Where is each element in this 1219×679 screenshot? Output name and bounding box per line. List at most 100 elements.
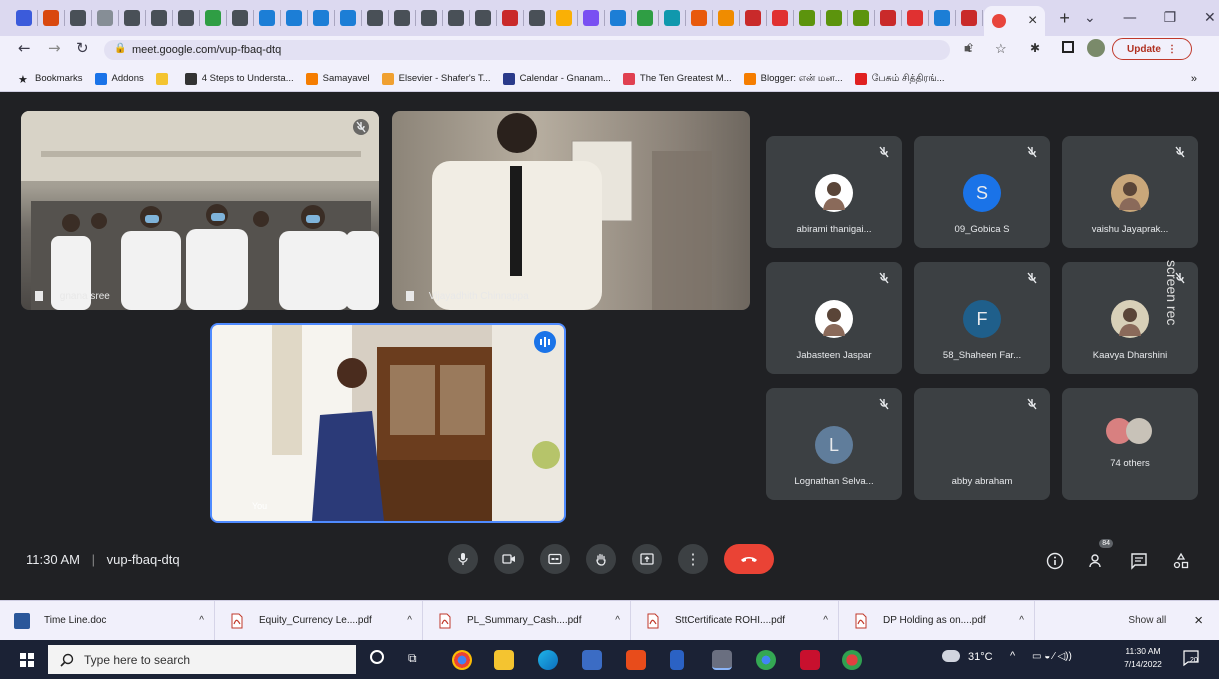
taskbar-search-box[interactable]: Type here to search bbox=[48, 645, 356, 674]
back-button[interactable]: ← bbox=[18, 39, 31, 57]
chrome-taskbar-icon[interactable] bbox=[452, 650, 472, 670]
system-tray-chevron-icon[interactable]: ^ bbox=[1010, 650, 1015, 662]
people-button[interactable]: 84 bbox=[1085, 539, 1113, 573]
cortana-icon[interactable] bbox=[370, 650, 384, 664]
tab-favicon-icon[interactable] bbox=[313, 10, 329, 26]
store-icon[interactable] bbox=[582, 650, 602, 670]
activities-button[interactable] bbox=[1169, 549, 1193, 573]
tab-favicon-icon[interactable] bbox=[475, 10, 491, 26]
close-downloads-button[interactable]: × bbox=[1194, 612, 1203, 629]
chrome-canary-icon[interactable] bbox=[842, 650, 862, 670]
tab-favicon-icon[interactable] bbox=[97, 10, 113, 26]
tab-favicon-icon[interactable] bbox=[529, 10, 545, 26]
bookmark-item[interactable]: Calendar - Gnanam... bbox=[502, 72, 611, 85]
camera-button[interactable] bbox=[494, 544, 524, 574]
tab-favicon-icon[interactable] bbox=[421, 10, 437, 26]
tab-favicon-icon[interactable] bbox=[961, 10, 977, 26]
edge-icon[interactable] bbox=[538, 650, 558, 670]
bookmark-item[interactable]: Elsevier - Shafer's T... bbox=[381, 72, 491, 85]
participant-grid-tile[interactable]: abirami thanigai... bbox=[766, 136, 902, 248]
tab-favicon-icon[interactable] bbox=[826, 10, 842, 26]
tab-favicon-icon[interactable] bbox=[691, 10, 707, 26]
participant-grid-tile[interactable]: L Lognathan Selva... bbox=[766, 388, 902, 500]
participant-grid-tile[interactable]: abby abraham bbox=[914, 388, 1050, 500]
participant-grid-tile[interactable]: 74 others bbox=[1062, 388, 1198, 500]
reload-button[interactable]: ↻ bbox=[76, 39, 89, 57]
participant-tile-gnana-sree[interactable]: gnana sree bbox=[21, 111, 379, 310]
bookmark-item[interactable]: Addons bbox=[94, 72, 144, 85]
tab-favicon-icon[interactable] bbox=[610, 10, 626, 26]
tab-favicon-icon[interactable] bbox=[232, 10, 248, 26]
bookmark-item[interactable]: Blogger: என் மன... bbox=[743, 72, 843, 85]
tab-favicon-icon[interactable] bbox=[178, 10, 194, 26]
bookmark-item[interactable]: ★ Bookmarks bbox=[18, 73, 83, 86]
tab-favicon-icon[interactable] bbox=[772, 10, 788, 26]
download-options-chevron-icon[interactable]: ^ bbox=[823, 615, 828, 626]
tab-favicon-icon[interactable] bbox=[583, 10, 599, 26]
clock[interactable]: 11:30 AM 7/14/2022 bbox=[1118, 645, 1168, 671]
bookmark-item[interactable]: 4 Steps to Understa... bbox=[184, 72, 294, 85]
meeting-details-button[interactable] bbox=[1043, 549, 1067, 573]
side-panel-icon[interactable] bbox=[1062, 41, 1074, 53]
tab-favicon-icon[interactable] bbox=[745, 10, 761, 26]
download-item[interactable]: SttCertificate ROHI....pdf ^ bbox=[631, 600, 839, 641]
weather-temperature[interactable]: 31°C bbox=[968, 651, 993, 663]
profile-avatar[interactable] bbox=[1087, 39, 1105, 57]
share-icon[interactable]: ⇪ bbox=[965, 41, 975, 55]
tab-favicon-icon[interactable] bbox=[664, 10, 680, 26]
tab-favicon-icon[interactable] bbox=[151, 10, 167, 26]
tab-favicon-icon[interactable] bbox=[934, 10, 950, 26]
self-view-tile[interactable]: You bbox=[210, 323, 566, 523]
office-icon[interactable] bbox=[626, 650, 646, 670]
file-explorer-icon[interactable] bbox=[494, 650, 514, 670]
new-tab-button[interactable]: + bbox=[1059, 8, 1070, 29]
show-all-downloads-link[interactable]: Show all bbox=[1128, 615, 1166, 626]
download-item[interactable]: PL_Summary_Cash....pdf ^ bbox=[423, 600, 631, 641]
tab-favicon-icon[interactable] bbox=[124, 10, 140, 26]
more-bookmarks-button[interactable]: » bbox=[1191, 73, 1197, 85]
download-item[interactable]: DP Holding as on....pdf ^ bbox=[839, 600, 1035, 641]
microphone-button[interactable] bbox=[448, 544, 478, 574]
tray-icons[interactable]: ▭ ◒ ∕ ◁)) bbox=[1032, 651, 1072, 662]
tab-favicon-icon[interactable] bbox=[16, 10, 32, 26]
participant-grid-tile[interactable]: Jabasteen Jaspar bbox=[766, 262, 902, 374]
notification-button[interactable]: 20 bbox=[1182, 649, 1200, 667]
bookmark-item[interactable]: Samayavel bbox=[305, 72, 370, 85]
bookmark-item[interactable]: The Ten Greatest M... bbox=[622, 72, 732, 85]
download-item[interactable]: Time Line.doc ^ bbox=[0, 600, 215, 641]
active-tab[interactable]: × bbox=[984, 6, 1046, 36]
extensions-icon[interactable]: ✱ bbox=[1030, 41, 1040, 55]
restore-button[interactable]: ❐ bbox=[1150, 10, 1190, 26]
bookmark-star-icon[interactable]: ☆ bbox=[995, 41, 1007, 57]
tab-favicon-icon[interactable] bbox=[43, 10, 59, 26]
tab-favicon-icon[interactable] bbox=[502, 10, 518, 26]
tab-favicon-icon[interactable] bbox=[880, 10, 896, 26]
app-taskbar-icon[interactable] bbox=[670, 650, 684, 670]
tab-search-chevron-icon[interactable]: ⌄ bbox=[1070, 10, 1110, 26]
chat-button[interactable] bbox=[1127, 549, 1151, 573]
bookmark-item[interactable] bbox=[155, 72, 173, 85]
download-options-chevron-icon[interactable]: ^ bbox=[615, 615, 620, 626]
captions-button[interactable] bbox=[540, 544, 570, 574]
omnibox[interactable]: 🔒 meet.google.com/vup-fbaq-dtq ■ bbox=[104, 40, 971, 60]
acrobat-icon[interactable] bbox=[800, 650, 820, 670]
bookmark-item[interactable]: பேசும் சித்திரங்... bbox=[854, 72, 945, 85]
tab-favicon-icon[interactable] bbox=[340, 10, 356, 26]
close-window-button[interactable]: ✕ bbox=[1190, 10, 1219, 26]
chrome-alt-taskbar-icon[interactable] bbox=[756, 650, 776, 670]
tab-favicon-icon[interactable] bbox=[853, 10, 869, 26]
tab-favicon-icon[interactable] bbox=[718, 10, 734, 26]
tab-favicon-icon[interactable] bbox=[286, 10, 302, 26]
tab-close-button[interactable]: × bbox=[1028, 12, 1037, 30]
tab-favicon-icon[interactable] bbox=[205, 10, 221, 26]
participant-grid-tile[interactable]: vaishu Jayaprak... bbox=[1062, 136, 1198, 248]
download-options-chevron-icon[interactable]: ^ bbox=[1019, 615, 1024, 626]
download-item[interactable]: Equity_Currency Le....pdf ^ bbox=[215, 600, 423, 641]
tab-favicon-icon[interactable] bbox=[394, 10, 410, 26]
present-screen-button[interactable] bbox=[632, 544, 662, 574]
end-call-button[interactable] bbox=[724, 544, 774, 574]
raise-hand-button[interactable] bbox=[586, 544, 616, 574]
more-options-button[interactable]: ⋮ bbox=[678, 544, 708, 574]
forward-button[interactable]: → bbox=[48, 39, 61, 57]
download-options-chevron-icon[interactable]: ^ bbox=[407, 615, 412, 626]
